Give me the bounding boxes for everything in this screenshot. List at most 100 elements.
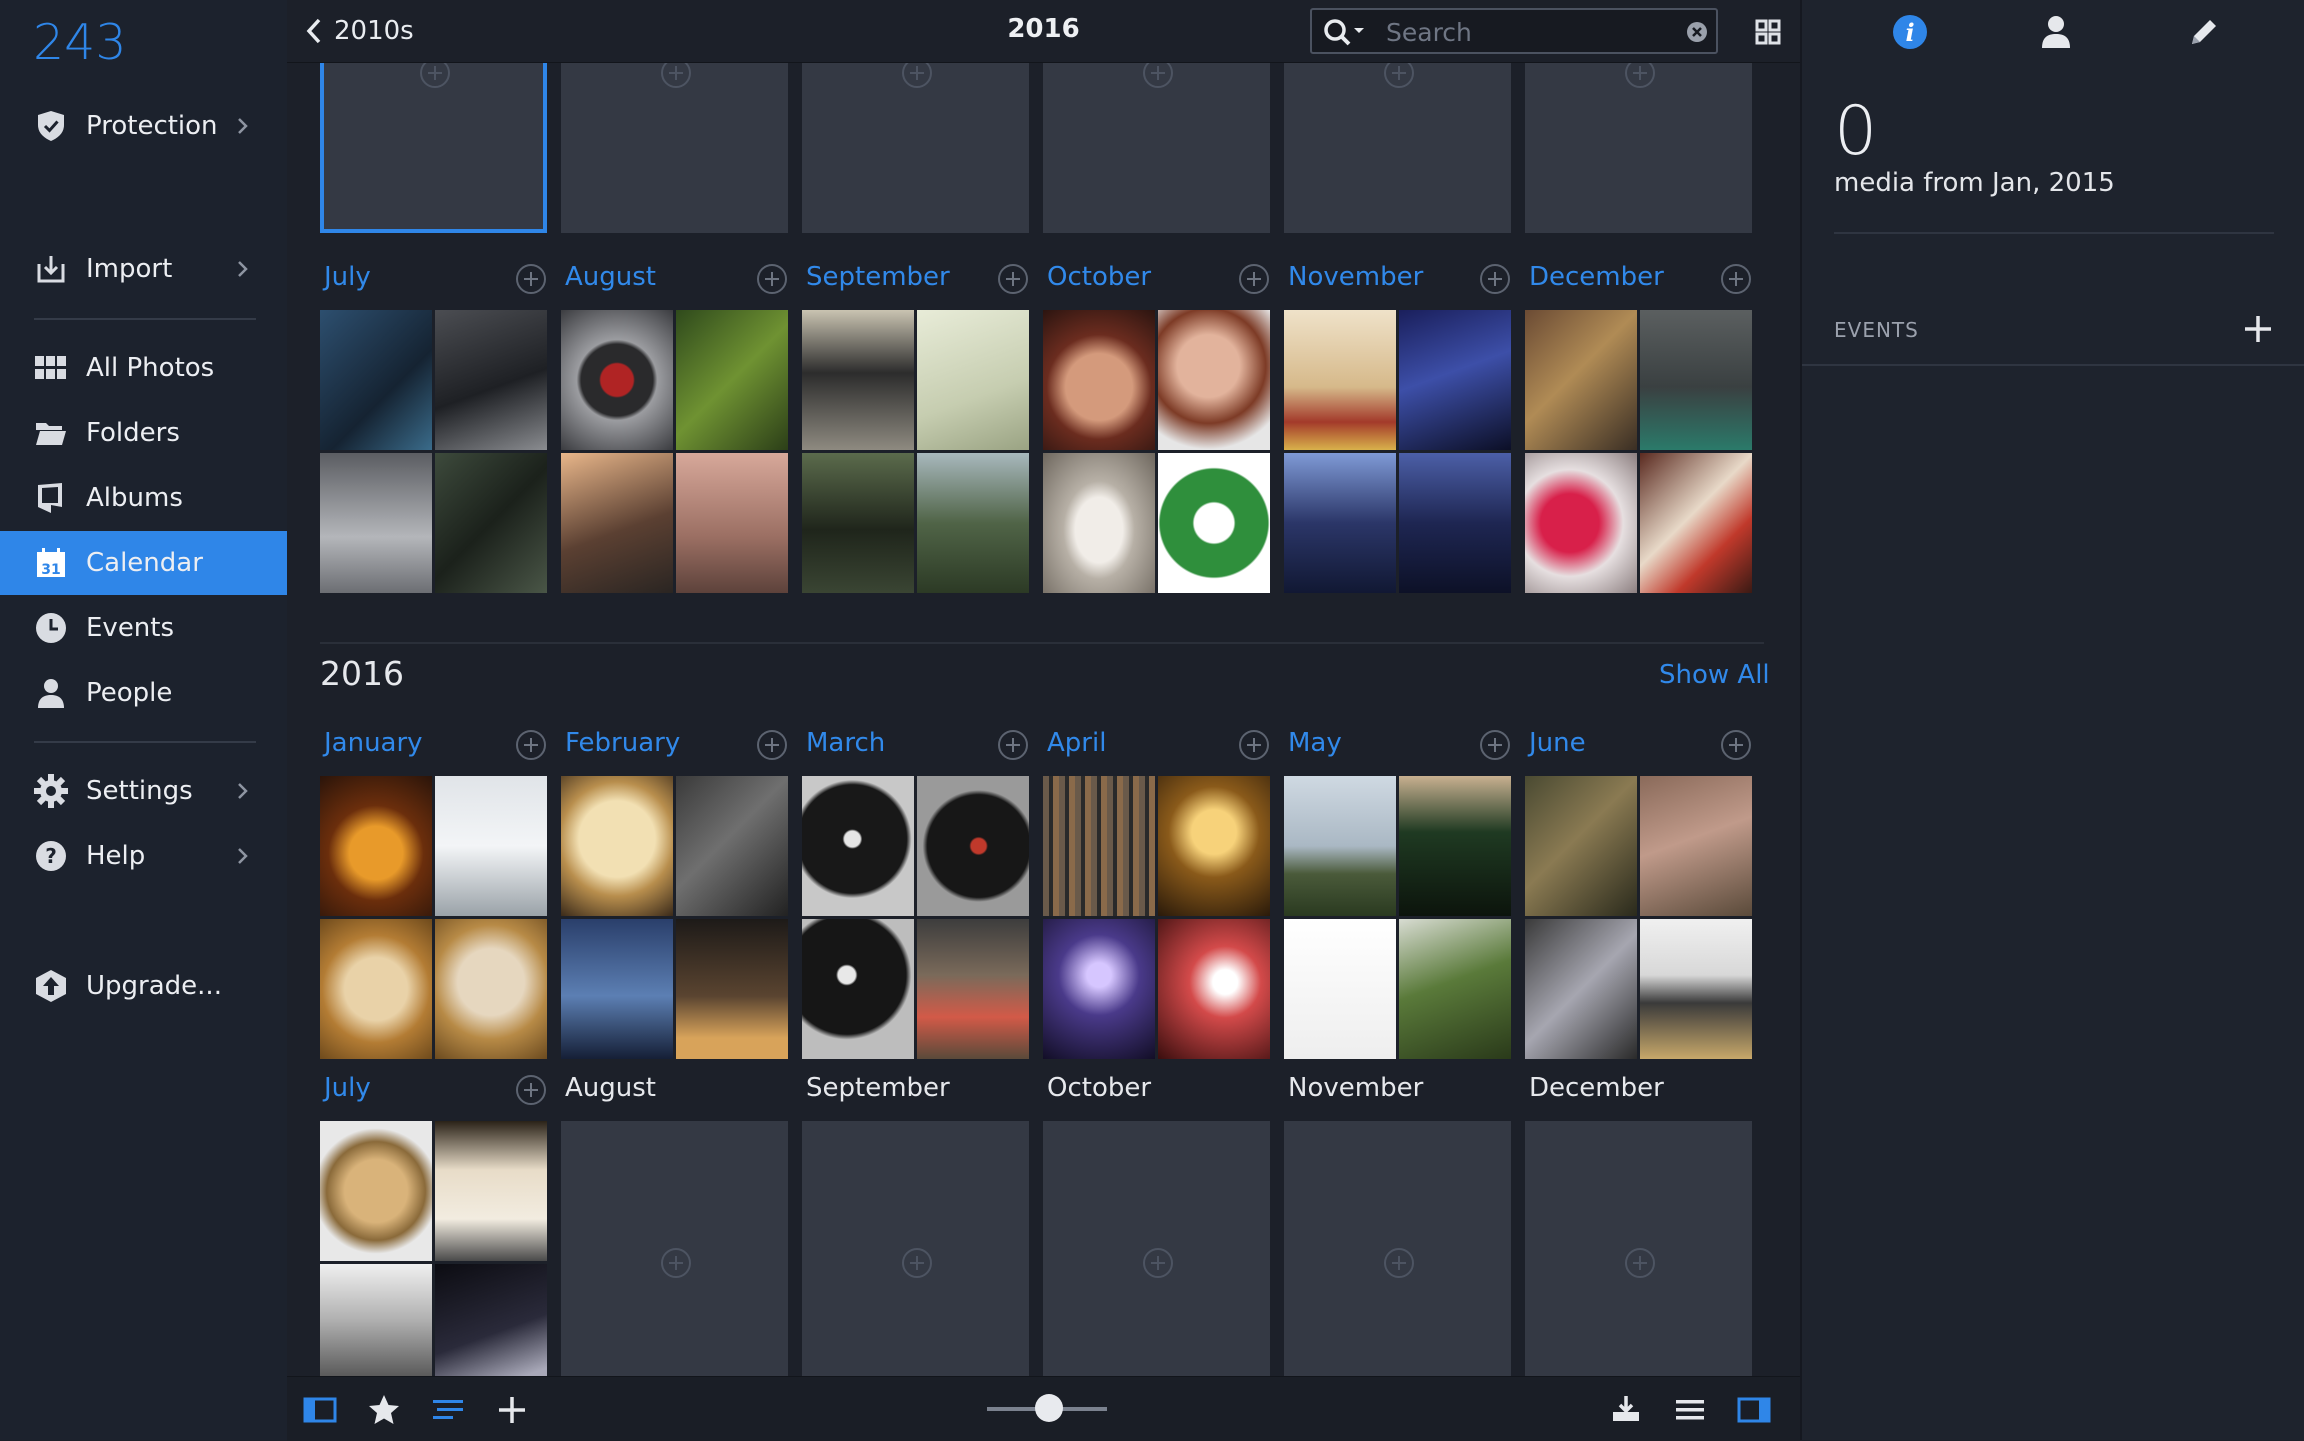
photo-thumbnail[interactable]: [1525, 776, 1637, 916]
sidebar-item-import[interactable]: Import: [0, 237, 287, 301]
photo-thumbnail[interactable]: [1525, 453, 1637, 593]
photo-thumbnail[interactable]: [1158, 453, 1270, 593]
month-tile-empty[interactable]: [1284, 63, 1511, 233]
sidebar-item-upgrade[interactable]: Upgrade...: [0, 954, 287, 1018]
add-icon[interactable]: [516, 264, 546, 294]
photo-thumbnail[interactable]: [1284, 776, 1396, 916]
photo-thumbnail[interactable]: [1158, 776, 1270, 916]
month-tile-empty[interactable]: [561, 63, 788, 233]
add-event-icon[interactable]: [2242, 313, 2274, 345]
info-icon[interactable]: i: [1890, 12, 1930, 52]
photo-thumbnail[interactable]: [561, 453, 673, 593]
add-icon[interactable]: [1721, 264, 1751, 294]
photo-thumbnail[interactable]: [320, 453, 432, 593]
photo-thumbnail[interactable]: [561, 310, 673, 450]
photo-thumbnail[interactable]: [802, 310, 914, 450]
add-icon[interactable]: [1480, 730, 1510, 760]
add-icon[interactable]: [998, 264, 1028, 294]
photo-thumbnail[interactable]: [435, 453, 547, 593]
photo-thumbnail[interactable]: [1525, 919, 1637, 1059]
photo-thumbnail[interactable]: [1043, 776, 1155, 916]
add-icon[interactable]: [757, 264, 787, 294]
add-icon[interactable]: [757, 730, 787, 760]
sort-lines-icon[interactable]: [431, 1393, 465, 1427]
list-view-icon[interactable]: [1673, 1393, 1707, 1427]
photo-thumbnail[interactable]: [1284, 310, 1396, 450]
photo-thumbnail[interactable]: [435, 1121, 547, 1261]
search-input[interactable]: [1384, 16, 1658, 48]
photo-thumbnail[interactable]: [320, 919, 432, 1059]
star-icon[interactable]: [367, 1393, 401, 1427]
photo-thumbnail[interactable]: [320, 1264, 432, 1376]
add-icon[interactable]: [516, 1075, 546, 1105]
photo-thumbnail[interactable]: [917, 776, 1029, 916]
pencil-icon[interactable]: [2184, 12, 2224, 52]
sidebar-item-folders[interactable]: Folders: [0, 401, 287, 465]
month-tile-empty[interactable]: [802, 1121, 1029, 1376]
sidebar-item-albums[interactable]: Albums: [0, 466, 287, 530]
photo-thumbnail[interactable]: [320, 776, 432, 916]
sidebar-item-events[interactable]: Events: [0, 596, 287, 660]
photo-thumbnail[interactable]: [320, 310, 432, 450]
add-icon[interactable]: [495, 1393, 529, 1427]
photo-thumbnail[interactable]: [1525, 310, 1637, 450]
photo-thumbnail[interactable]: [1399, 776, 1511, 916]
photo-thumbnail[interactable]: [435, 919, 547, 1059]
sidebar-item-help[interactable]: ? Help: [0, 824, 287, 888]
month-tile-empty[interactable]: [1525, 1121, 1752, 1376]
photo-thumbnail[interactable]: [1640, 310, 1752, 450]
sidebar-item-protection[interactable]: Protection: [0, 94, 287, 158]
photo-thumbnail[interactable]: [1640, 919, 1752, 1059]
search-box[interactable]: [1310, 8, 1718, 54]
add-icon[interactable]: [1239, 730, 1269, 760]
photo-thumbnail[interactable]: [1640, 453, 1752, 593]
photo-thumbnail[interactable]: [802, 453, 914, 593]
month-tile-empty[interactable]: [561, 1121, 788, 1376]
photo-thumbnail[interactable]: [435, 1264, 547, 1376]
month-tile-empty[interactable]: [320, 63, 547, 233]
photo-thumbnail[interactable]: [802, 919, 914, 1059]
show-all-link[interactable]: Show All: [1659, 660, 1770, 690]
photo-thumbnail[interactable]: [917, 453, 1029, 593]
grid-view-icon[interactable]: [1755, 19, 1781, 45]
month-tile-empty[interactable]: [1043, 1121, 1270, 1376]
photo-thumbnail[interactable]: [1640, 776, 1752, 916]
photo-thumbnail[interactable]: [561, 919, 673, 1059]
add-icon[interactable]: [1239, 264, 1269, 294]
sidebar-item-people[interactable]: People: [0, 661, 287, 725]
person-icon[interactable]: [2036, 12, 2076, 52]
photo-thumbnail[interactable]: [1043, 310, 1155, 450]
clear-search-icon[interactable]: [1686, 21, 1708, 43]
download-tray-icon[interactable]: [1609, 1393, 1643, 1427]
photo-thumbnail[interactable]: [1158, 310, 1270, 450]
month-tile-empty[interactable]: [1284, 1121, 1511, 1376]
photo-thumbnail[interactable]: [676, 919, 788, 1059]
month-tile-empty[interactable]: [1043, 63, 1270, 233]
photo-thumbnail[interactable]: [1284, 453, 1396, 593]
zoom-slider-handle[interactable]: [1035, 1394, 1063, 1422]
toggle-sidebar-icon[interactable]: [303, 1393, 337, 1427]
photo-thumbnail[interactable]: [1043, 919, 1155, 1059]
photo-thumbnail[interactable]: [1399, 919, 1511, 1059]
photo-thumbnail[interactable]: [1284, 919, 1396, 1059]
month-tile-empty[interactable]: [1525, 63, 1752, 233]
add-icon[interactable]: [516, 730, 546, 760]
sidebar-item-settings[interactable]: Settings: [0, 759, 287, 823]
photo-thumbnail[interactable]: [1043, 453, 1155, 593]
photo-thumbnail[interactable]: [1399, 310, 1511, 450]
photo-thumbnail[interactable]: [802, 776, 914, 916]
photo-thumbnail[interactable]: [917, 919, 1029, 1059]
photo-thumbnail[interactable]: [676, 310, 788, 450]
photo-thumbnail[interactable]: [320, 1121, 432, 1261]
photo-thumbnail[interactable]: [676, 776, 788, 916]
add-icon[interactable]: [1721, 730, 1751, 760]
photo-thumbnail[interactable]: [917, 310, 1029, 450]
photo-thumbnail[interactable]: [435, 310, 547, 450]
sidebar-item-all-photos[interactable]: All Photos: [0, 336, 287, 400]
photo-thumbnail[interactable]: [561, 776, 673, 916]
month-tile-empty[interactable]: [802, 63, 1029, 233]
photo-thumbnail[interactable]: [676, 453, 788, 593]
photo-thumbnail[interactable]: [1399, 453, 1511, 593]
photo-thumbnail[interactable]: [1158, 919, 1270, 1059]
sidebar-item-calendar[interactable]: 31 Calendar: [0, 531, 287, 595]
